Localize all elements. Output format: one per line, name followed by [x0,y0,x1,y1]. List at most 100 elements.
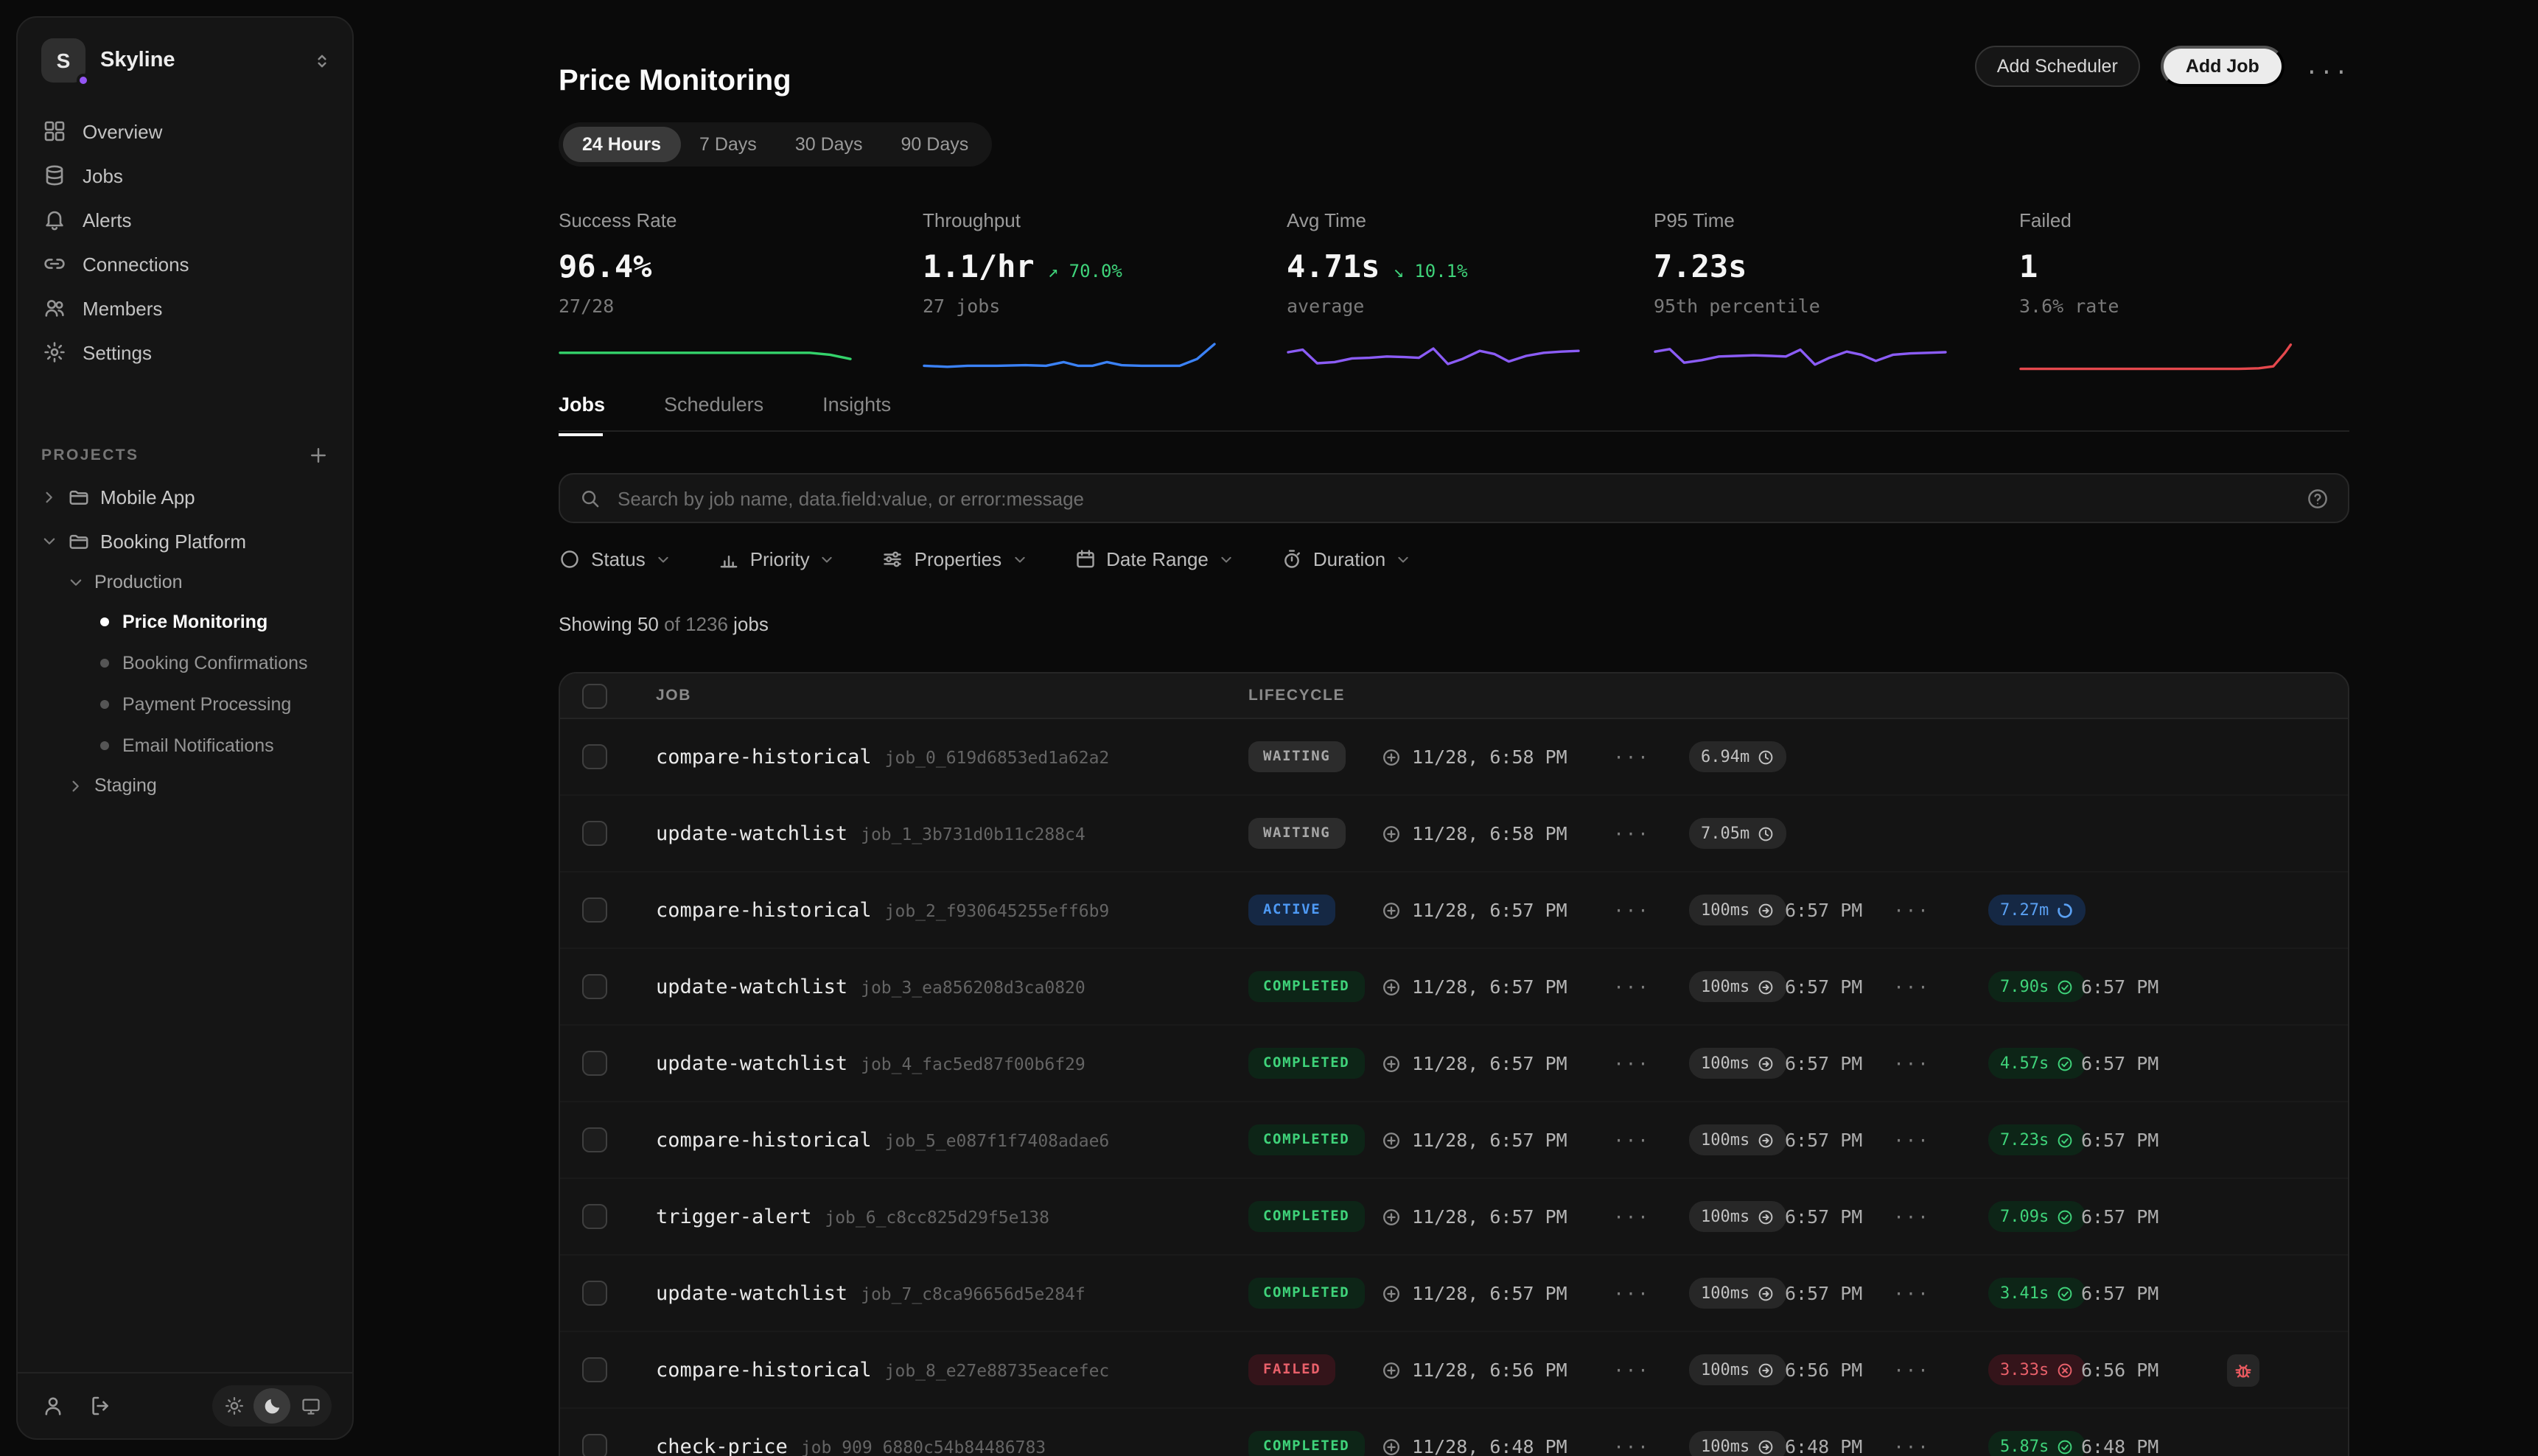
sidebar-project-mobile-app[interactable]: Mobile App [29,475,340,519]
row-checkbox[interactable] [582,821,607,846]
table-row[interactable]: compare-historicaljob_0_619d6853ed1a62a2… [560,719,2348,796]
row-checkbox[interactable] [582,897,607,923]
sidebar-item-booking-confirmations[interactable]: Booking Confirmations [29,643,340,684]
lifecycle-more-button[interactable]: ··· [1602,976,1661,997]
env-name: Production [94,572,183,592]
run-duration: 7.27m [2000,900,2049,920]
lifecycle-more-button[interactable]: ··· [1882,1436,1941,1456]
lifecycle-more-button[interactable]: ··· [1602,1130,1661,1150]
lifecycle-more-button[interactable]: ··· [1882,1130,1941,1150]
sidebar-item-jobs[interactable]: Jobs [29,153,340,197]
theme-dark-button[interactable] [254,1388,290,1424]
row-checkbox[interactable] [582,1204,607,1229]
table-row[interactable]: compare-historicaljob_8_e27e88735eacefec… [560,1332,2348,1409]
search-input[interactable] [615,486,2293,511]
org-avatar: S [41,38,85,83]
sidebar-env-staging[interactable]: Staging [29,766,340,805]
queue-slot: 100ms [1661,895,1764,925]
select-all-checkbox[interactable] [582,683,607,708]
job-id: job_8_e27e88735eacefec [885,1359,1110,1380]
table-row[interactable]: check-pricejob_909_6880c54b84486783COMPL… [560,1409,2348,1456]
chevron-updown-icon[interactable] [312,51,332,70]
sidebar-env-production[interactable]: Production [29,563,340,601]
sidebar-item-payment-processing[interactable]: Payment Processing [29,684,340,725]
lifecycle-more-button[interactable]: ··· [1882,1206,1941,1227]
lifecycle-more-button[interactable]: ··· [1602,1283,1661,1303]
sparkline [923,336,1217,374]
lifecycle-more-button[interactable]: ··· [1602,900,1661,920]
lifecycle-more-button[interactable]: ··· [1602,1436,1661,1456]
sidebar-item-settings[interactable]: Settings [29,330,340,374]
filter-status[interactable]: Status [559,548,671,570]
add-project-icon[interactable] [308,445,329,466]
stat-label: P95 Time [1654,209,2019,231]
users-icon [43,296,66,320]
org-switcher[interactable]: S Skyline [18,18,352,100]
lifecycle-more-button[interactable]: ··· [1882,1053,1941,1074]
lifecycle-more-button[interactable]: ··· [1602,1053,1661,1074]
time-range-30-days[interactable]: 30 Days [776,127,882,162]
queue-latency: 100ms [1701,1130,1749,1149]
table-row[interactable]: compare-historicaljob_5_e087f1f7408adae6… [560,1102,2348,1179]
finished-time: 6:57 PM [2059,1205,2177,1228]
header-more-button[interactable]: ... [2305,53,2349,80]
row-checkbox[interactable] [582,1051,607,1076]
sidebar-project-booking-platform[interactable]: Booking Platform [29,519,340,563]
sidebar-item-email-notifications[interactable]: Email Notifications [29,725,340,766]
row-checkbox[interactable] [582,1434,607,1456]
sidebar-item-overview[interactable]: Overview [29,109,340,153]
job-cell: compare-historicaljob_8_e27e88735eacefec [656,1358,1248,1382]
filter-priority[interactable]: Priority [718,548,835,570]
row-checkbox[interactable] [582,744,607,769]
user-icon[interactable] [41,1394,65,1418]
logout-icon[interactable] [88,1394,112,1418]
column-lifecycle: LIFECYCLE [1248,687,1345,704]
table-row[interactable]: update-watchlistjob_3_ea856208d3ca0820CO… [560,949,2348,1026]
add-scheduler-button[interactable]: Add Scheduler [1975,46,2140,87]
row-checkbox[interactable] [582,1357,607,1382]
add-job-button[interactable]: Add Job [2161,46,2284,87]
table-row[interactable]: update-watchlistjob_1_3b731d0b11c288c4WA… [560,796,2348,872]
status-slot: ACTIVE [1248,895,1381,925]
lifecycle-more-button[interactable]: ··· [1602,746,1661,767]
filter-duration[interactable]: Duration [1281,548,1410,570]
time-range-24-hours[interactable]: 24 Hours [563,127,680,162]
theme-light-button[interactable] [215,1388,252,1424]
lifecycle-more-button[interactable]: ··· [1602,823,1661,844]
lifecycle-more-button[interactable]: ··· [1602,1206,1661,1227]
row-checkbox[interactable] [582,1127,607,1152]
queue-latency: 100ms [1701,1284,1749,1303]
lifecycle-more-button[interactable]: ··· [1882,900,1941,920]
time-range-7-days[interactable]: 7 Days [680,127,776,162]
status-badge: COMPLETED [1248,1278,1364,1309]
sidebar-item-connections[interactable]: Connections [29,242,340,286]
error-bug-button[interactable] [2227,1354,2259,1386]
lifecycle-more-button[interactable]: ··· [1602,1359,1661,1380]
time-range-90-days[interactable]: 90 Days [882,127,988,162]
table-row[interactable]: trigger-alertjob_6_c8cc825d29f5e138COMPL… [560,1179,2348,1256]
row-checkbox[interactable] [582,974,607,999]
sparkline [1287,336,1581,374]
chevron-down-icon [1396,552,1410,567]
filter-date-range[interactable]: Date Range [1074,548,1234,570]
help-circle-icon[interactable] [2307,487,2329,509]
lifecycle-more-button[interactable]: ··· [1882,976,1941,997]
stat-sub: 27/28 [559,295,923,317]
sidebar-item-members[interactable]: Members [29,286,340,330]
table-row[interactable]: compare-historicaljob_2_f930645255eff6b9… [560,872,2348,949]
sidebar-item-price-monitoring[interactable]: Price Monitoring [29,601,340,643]
stats-row: Success Rate96.4%27/28Throughput1.1/hr↗ … [559,206,2349,382]
filter-properties[interactable]: Properties [882,548,1027,570]
queue-name: Booking Confirmations [122,653,308,673]
table-row[interactable]: update-watchlistjob_7_c8ca96656d5e284fCO… [560,1256,2348,1332]
sidebar-item-alerts[interactable]: Alerts [29,197,340,242]
status-slot: COMPLETED [1248,1048,1381,1079]
lifecycle-more-button[interactable]: ··· [1882,1359,1941,1380]
created-time: 11/28, 6:58 PM [1412,746,1567,768]
project-name: Mobile App [100,486,195,508]
theme-system-button[interactable] [292,1388,329,1424]
lifecycle-more-button[interactable]: ··· [1882,1283,1941,1303]
lifecycle-cell: WAITING11/28, 6:58 PM···7.05m [1248,818,2326,849]
table-row[interactable]: update-watchlistjob_4_fac5ed87f00b6f29CO… [560,1026,2348,1102]
row-checkbox[interactable] [582,1281,607,1306]
